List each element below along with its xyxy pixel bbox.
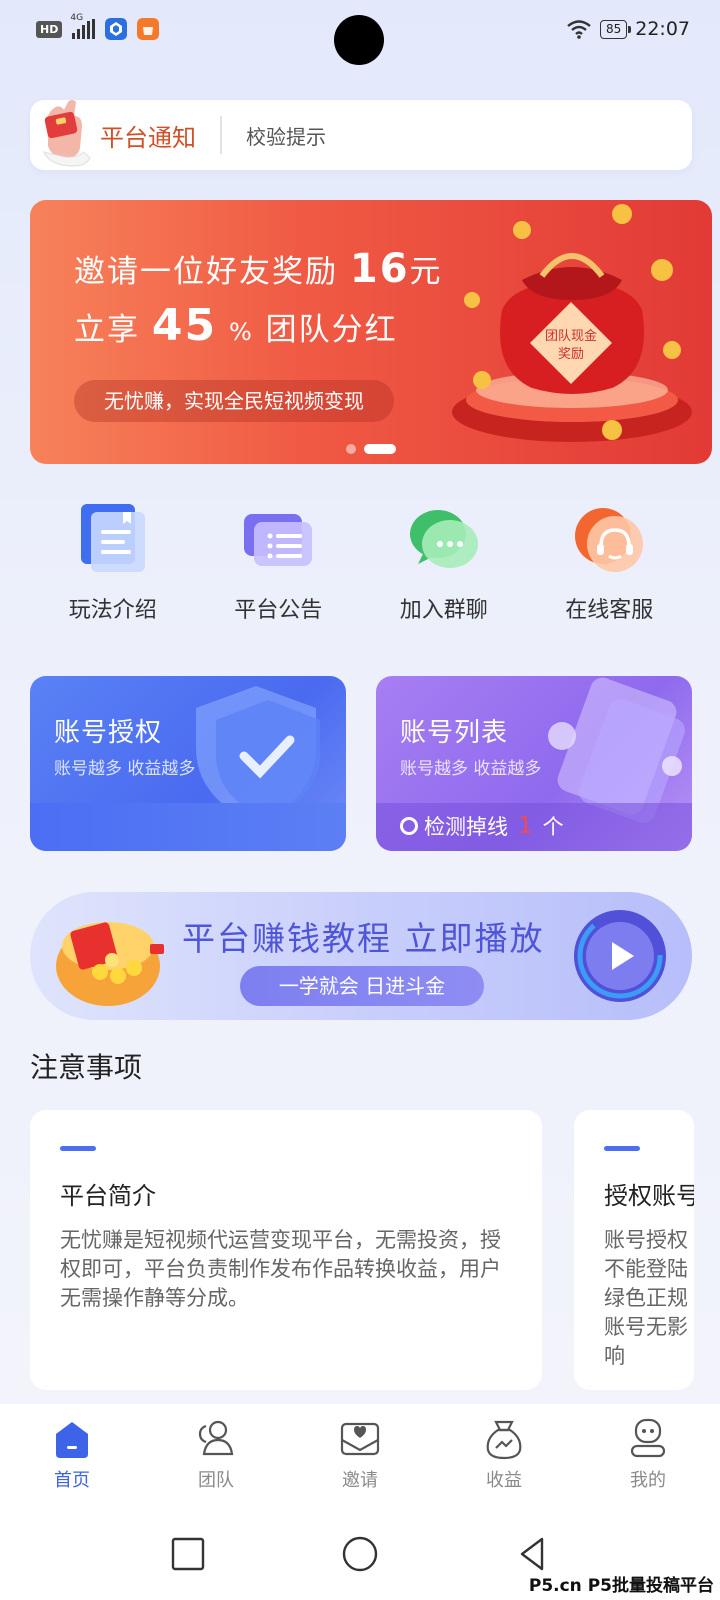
hand-holding-envelope-icon: [43, 100, 91, 167]
hd-badge: HD: [36, 20, 63, 38]
notice-message: 校验提示: [246, 124, 326, 149]
note-card-auth-account[interactable]: 授权账号 账号授权 不能登陆 绿色正规 账号无影响: [574, 1110, 694, 1390]
shopping-app-icon: [137, 18, 160, 40]
home-icon: [56, 1422, 88, 1458]
note-heading: 平台简介: [60, 1182, 156, 1210]
clock: 22:07: [635, 18, 690, 40]
offline-status-label: 检测掉线: [424, 815, 508, 839]
note-accent-bar: [60, 1146, 96, 1151]
banner-line2-prefix: 立享: [74, 312, 140, 348]
note-body: 无忧赚是短视频代运营变现平台，无需投资，授权即可，平台负责制作发布作品转换收益，…: [60, 1228, 501, 1310]
note-heading: 授权账号: [604, 1182, 694, 1210]
chat-bubble-icon: [409, 510, 478, 568]
tab-label: 我的: [630, 1470, 666, 1491]
notice-title: 平台通知: [100, 123, 196, 152]
tab-label: 团队: [198, 1470, 234, 1491]
tutorial-slogan-pill: 一学就会 日进斗金: [240, 966, 484, 1006]
note-card-platform-intro[interactable]: 平台简介 无忧赚是短视频代运营变现平台，无需投资，授权即可，平台负责制作发布作品…: [30, 1110, 542, 1390]
quick-link-label: 玩法介绍: [68, 598, 157, 623]
account-auth-title: 账号授权: [54, 718, 163, 748]
status-bar: HD 4G 85 22:07: [0, 0, 720, 65]
account-auth-subtitle: 账号越多 收益越多: [54, 759, 196, 779]
tab-label: 收益: [486, 1470, 522, 1491]
account-auth-footer: [30, 803, 346, 851]
notice-divider: [220, 116, 222, 154]
banner-reward-amount: 16: [349, 246, 410, 292]
money-bag-icon: [486, 1420, 522, 1460]
headset-icon: [575, 508, 644, 572]
account-authorization-card[interactable]: 账号授权 账号越多 收益越多: [30, 676, 346, 851]
app-notification-icon: [105, 18, 128, 40]
status-left: HD 4G: [36, 13, 160, 40]
tutorial-title: 平台赚钱教程 立即播放: [182, 919, 545, 958]
home-circle-icon[interactable]: [340, 1534, 380, 1574]
platform-notice-bar[interactable]: 平台通知 校验提示: [30, 100, 692, 170]
team-icon: [198, 1420, 234, 1456]
invite-envelope-icon: [340, 1422, 380, 1456]
watermark: P5.cn P5批量投稿平台: [528, 1576, 714, 1596]
tutorial-banner[interactable]: 平台赚钱教程 立即播放 一学就会 日进斗金: [30, 892, 692, 1020]
back-triangle-icon[interactable]: [512, 1534, 552, 1574]
quick-link-group-chat[interactable]: 加入群聊: [361, 500, 527, 630]
banner-dot[interactable]: [346, 444, 356, 454]
network-type: 4G: [70, 13, 84, 23]
note-body: 账号授权 不能登陆 绿色正规 账号无影响: [604, 1226, 694, 1371]
quick-link-label: 平台公告: [234, 598, 323, 623]
play-icon: [577, 913, 663, 999]
tab-home[interactable]: 首页: [0, 1404, 144, 1508]
system-navigation-bar: P5.cn P5批量投稿平台: [0, 1508, 720, 1600]
recent-apps-icon[interactable]: [168, 1534, 208, 1574]
play-button[interactable]: [574, 910, 666, 1002]
banner-line1-prefix: 邀请一位好友奖励: [74, 254, 338, 290]
cellular-signal-icon: 4G: [70, 13, 96, 39]
banner-line2-suffix: 团队分红: [265, 312, 398, 348]
status-right: 85 22:07: [566, 18, 690, 40]
banner-slogan-pill: 无忧赚，实现全民短视频变现: [74, 380, 394, 422]
offline-detection-status[interactable]: 检测掉线 1 个: [400, 811, 564, 841]
account-list-card[interactable]: 账号列表 账号越多 收益越多 检测掉线 1 个: [376, 676, 692, 851]
note-accent-bar: [604, 1146, 640, 1151]
wifi-icon: [567, 20, 591, 39]
tab-invite[interactable]: 邀请: [288, 1404, 432, 1508]
battery-icon: 85: [599, 19, 632, 39]
announcement-icon: [244, 514, 313, 566]
tab-profile[interactable]: 我的: [576, 1404, 720, 1508]
money-bag-illustration: 团队现金 奖励: [452, 204, 692, 442]
treasure-chest-icon: [56, 922, 164, 1006]
quick-link-guide[interactable]: 玩法介绍: [30, 500, 196, 630]
quick-link-label: 加入群聊: [399, 598, 488, 623]
banner-headline-2: 立享 45 % 团队分红: [74, 300, 398, 351]
account-list-title: 账号列表: [400, 718, 509, 748]
banner-pagination: [346, 444, 396, 454]
account-list-subtitle: 账号越多 收益越多: [400, 759, 542, 779]
tab-label: 首页: [54, 1470, 90, 1491]
notes-section-title: 注意事项: [30, 1051, 143, 1084]
bottom-tab-bar: 首页 团队 邀请 收益 我的: [0, 1404, 720, 1508]
tab-label: 邀请: [342, 1470, 378, 1491]
quick-link-label: 在线客服: [565, 598, 654, 623]
banner-headline-1: 邀请一位好友奖励 16元: [74, 246, 443, 292]
offline-count: 1: [518, 813, 533, 839]
ring-icon: [400, 817, 418, 835]
camera-cutout: [334, 15, 384, 65]
quick-link-announcements[interactable]: 平台公告: [196, 500, 362, 630]
offline-count-unit: 个: [542, 815, 564, 839]
note-body-text: 账号授权 不能登陆 绿色正规 账号无影响: [604, 1228, 688, 1368]
invite-reward-banner[interactable]: 邀请一位好友奖励 16元 立享 45 % 团队分红 无忧赚，实现全民短视频变现 …: [30, 200, 712, 464]
bag-label-line1: 团队现金: [545, 328, 597, 344]
book-icon: [80, 504, 145, 572]
tab-earnings[interactable]: 收益: [432, 1404, 576, 1508]
banner-dot-active[interactable]: [364, 444, 396, 454]
profile-icon: [630, 1418, 666, 1458]
tab-team[interactable]: 团队: [144, 1404, 288, 1508]
bag-label-line2: 奖励: [558, 347, 584, 362]
quick-link-support[interactable]: 在线客服: [527, 500, 693, 630]
banner-percent-sign: %: [228, 318, 254, 346]
banner-dividend-percent: 45: [151, 300, 218, 351]
quick-links: 玩法介绍 平台公告 加入群聊 在线客服: [30, 500, 692, 630]
